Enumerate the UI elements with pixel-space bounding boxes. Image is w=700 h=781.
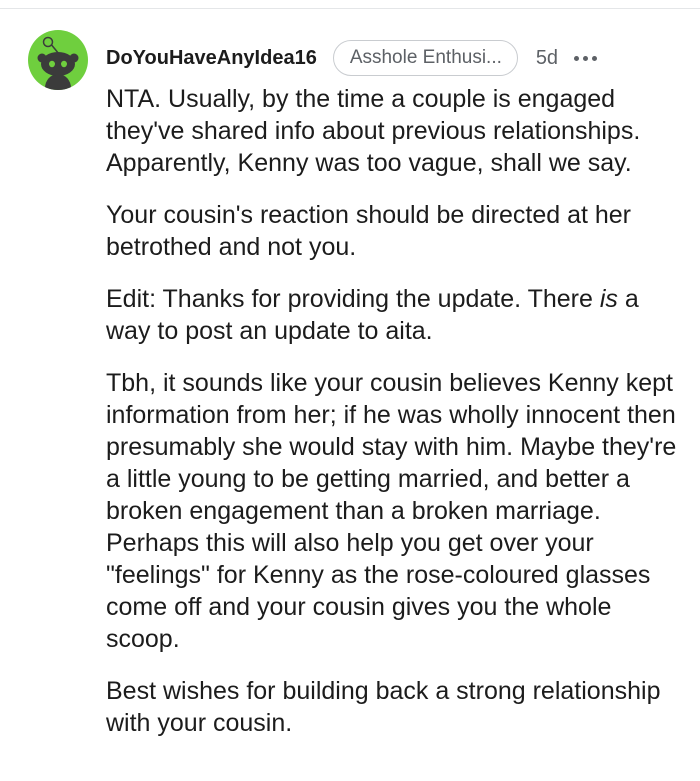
paragraph-text: Edit: Thanks for providing the update. T… [106,285,600,313]
comment-header: DoYouHaveAnyIdea16 Asshole Enthusi... 5d [106,38,680,78]
more-dot [592,55,598,61]
username-link[interactable]: DoYouHaveAnyIdea16 [106,47,317,70]
more-dot [574,55,580,61]
comment-paragraph: NTA. Usually, by the time a couple is en… [106,85,641,177]
comment-body: NTA. Usually, by the time a couple is en… [106,83,681,759]
emphasis-text: is [599,285,618,313]
more-dot [583,55,589,61]
comment-paragraph: Edit: Thanks for providing the update. T… [106,283,681,347]
user-avatar-icon[interactable] [28,30,88,90]
comment-age: 5d [535,46,559,69]
comment-paragraph: Best wishes for building back a strong r… [106,677,661,737]
user-flair-badge: Asshole Enthusi... [332,40,518,76]
more-options-icon[interactable] [572,52,599,65]
comment-paragraph: Tbh, it sounds like your cousin believes… [106,369,677,653]
comment-paragraph: Your cousin's reaction should be directe… [106,201,632,261]
top-divider [0,8,700,9]
